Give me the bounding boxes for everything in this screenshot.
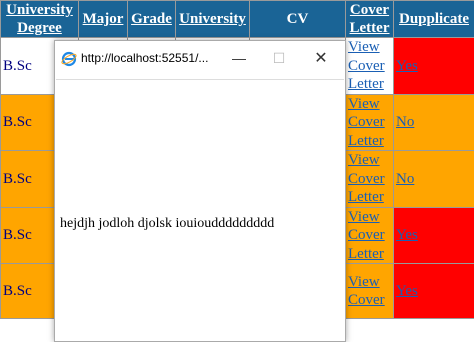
popup-url: http://localhost:52551/... [81,51,208,65]
view-cover-letter-link[interactable]: View Cover Letter [348,39,385,92]
table-header-row: University Degree Major Grade University… [1,1,474,38]
header-major[interactable]: Major [79,1,128,38]
duplicate-link[interactable]: Yes [394,38,474,95]
internet-explorer-icon [61,51,77,67]
header-grade[interactable]: Grade [128,1,176,38]
maximize-icon[interactable]: ☐ [265,47,293,69]
header-university[interactable]: University [176,1,250,38]
duplicate-link[interactable]: No [394,151,474,208]
header-cover-letter[interactable]: Cover Letter [346,1,394,38]
popup-content: hejdjh jodloh djolsk iouiouddddddddd [56,79,344,341]
view-cover-letter-link[interactable]: View Cover Letter [348,152,385,205]
minimize-icon[interactable]: — [225,47,253,69]
cover-letter-popup-window: http://localhost:52551/... — ☐ ✕ hejdjh … [54,40,346,342]
duplicate-link[interactable]: No [394,94,474,151]
view-cover-letter-link[interactable]: View Cover Letter [348,96,385,149]
popup-title-bar[interactable]: http://localhost:52551/... — ☐ ✕ [55,41,345,75]
duplicate-link[interactable]: Yes [394,207,474,264]
duplicate-link[interactable]: Yes [394,264,474,319]
header-university-degree[interactable]: University Degree [1,1,79,38]
header-cv: CV [250,1,346,38]
view-cover-letter-link[interactable]: View Cover Letter [348,209,385,262]
header-dupplicate[interactable]: Dupplicate [394,1,474,38]
view-cover-letter-link[interactable]: View Cover [348,274,385,309]
close-icon[interactable]: ✕ [307,47,335,69]
cover-letter-text: hejdjh jodloh djolsk iouiouddddddddd [60,216,274,232]
